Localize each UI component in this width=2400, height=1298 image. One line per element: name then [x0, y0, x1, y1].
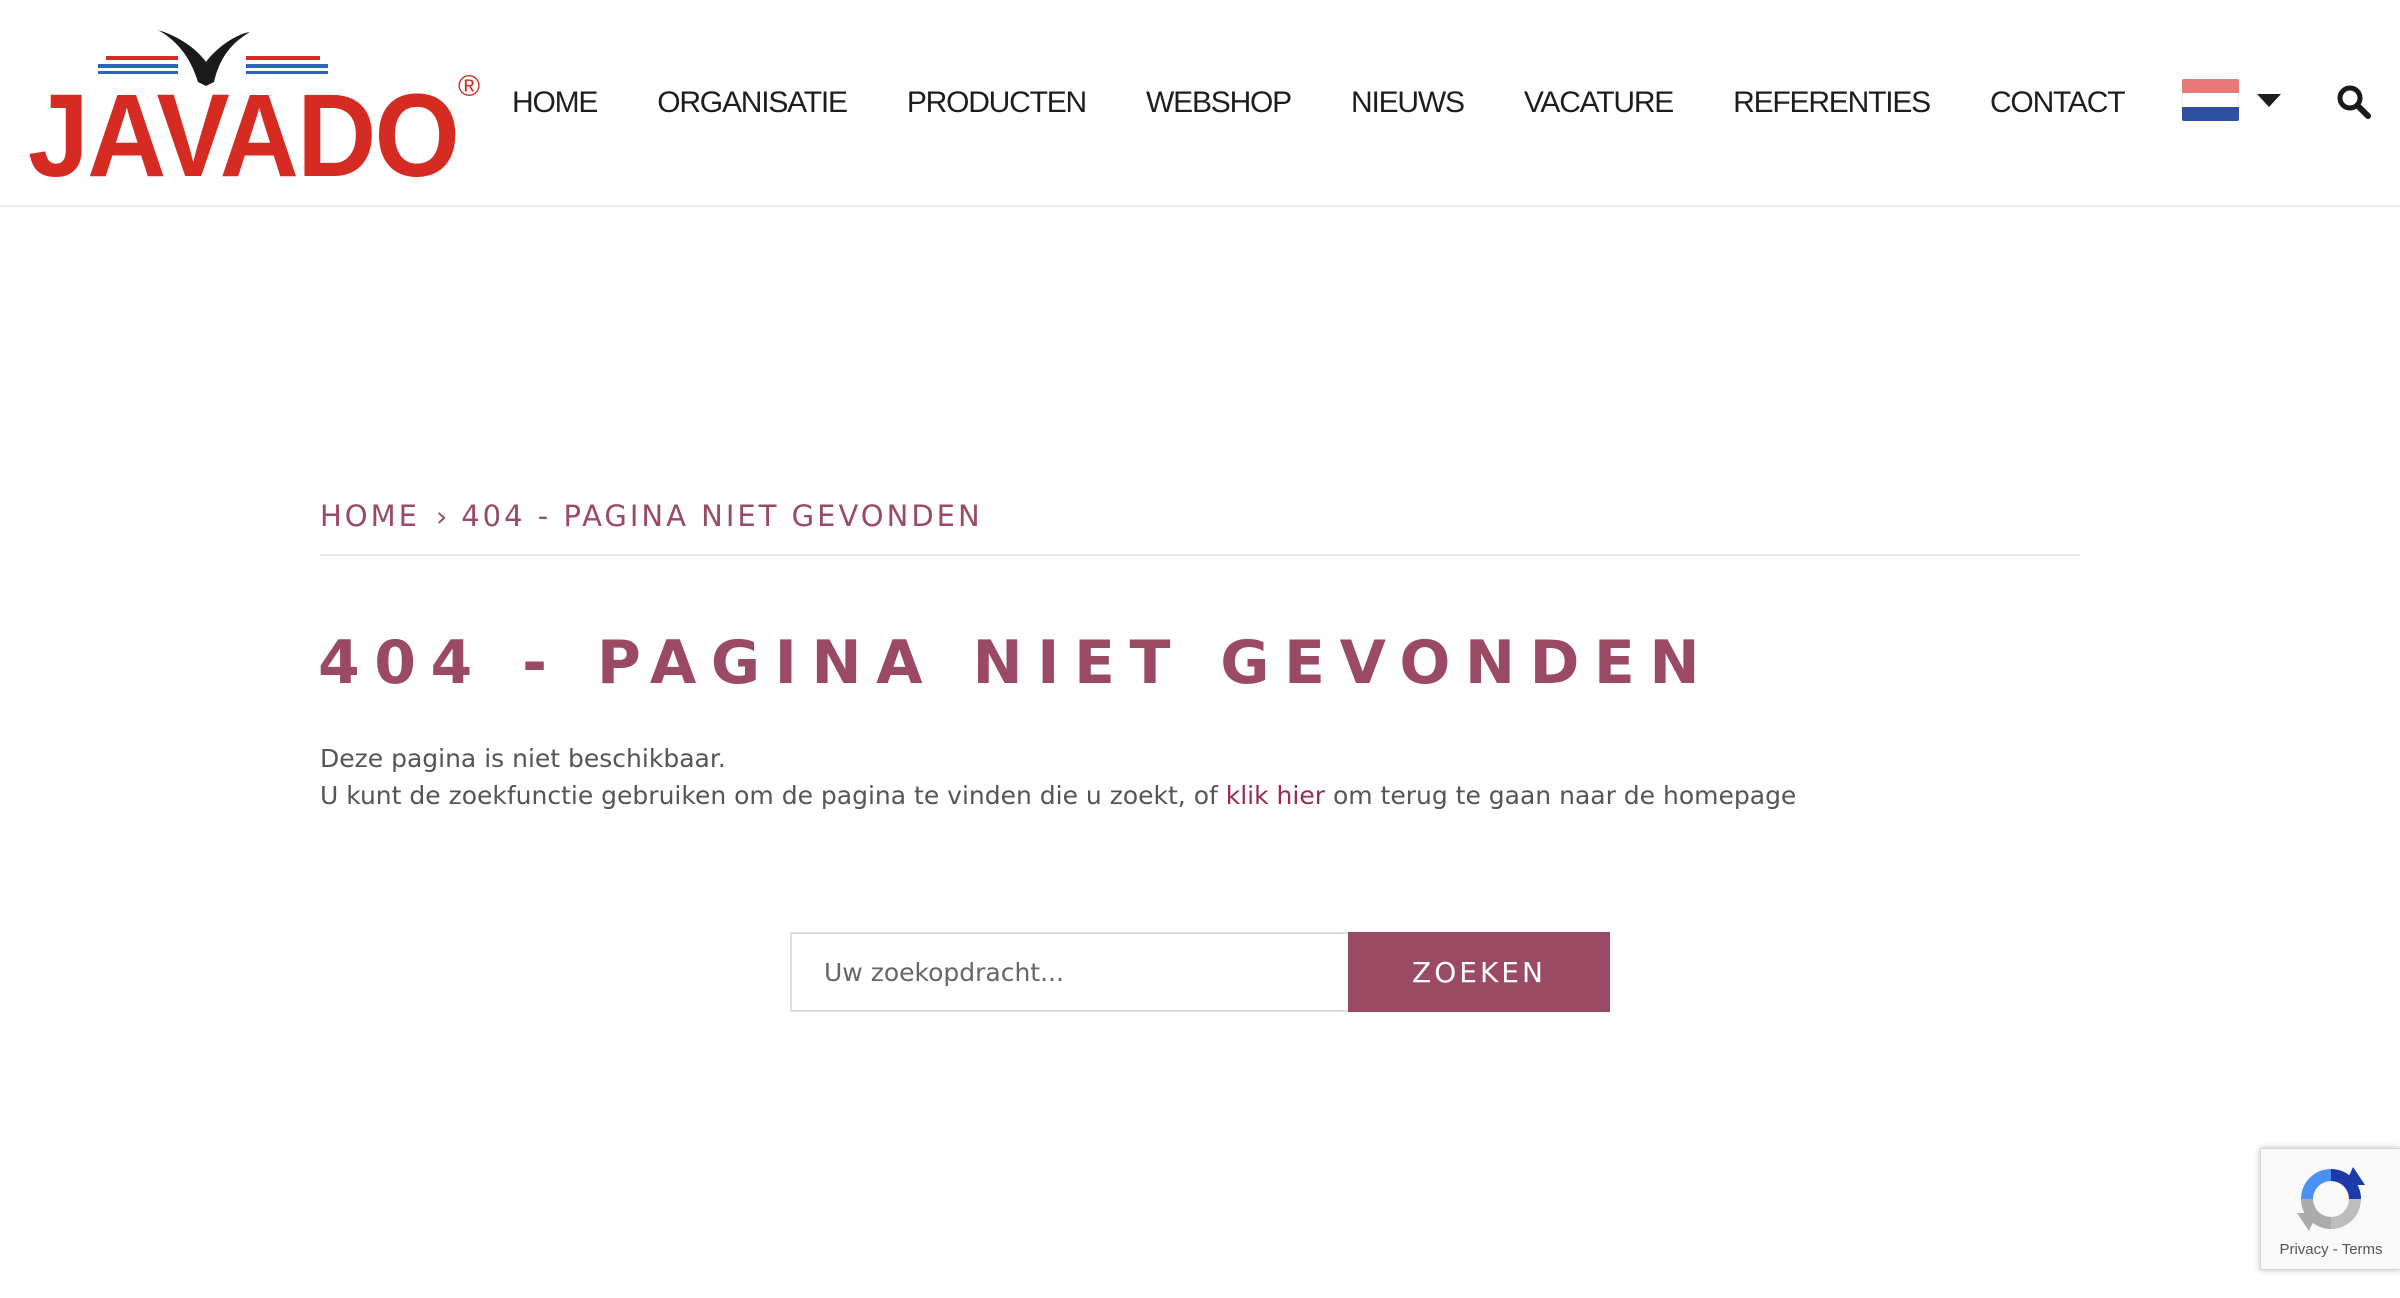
- error-line-2-start: U kunt de zoekfunctie gebruiken om de pa…: [320, 781, 1226, 810]
- breadcrumb: HOME › 404 - PAGINA NIET GEVONDEN: [320, 496, 983, 536]
- netherlands-flag-icon: [2182, 79, 2239, 121]
- language-selector[interactable]: [2182, 78, 2282, 122]
- page-title: 404 - PAGINA NIET GEVONDEN: [318, 628, 1715, 698]
- recaptcha-separator: -: [2328, 1241, 2342, 1258]
- nav-referenties[interactable]: REFERENTIES: [1733, 86, 1931, 120]
- breadcrumb-home-link[interactable]: HOME: [320, 499, 420, 533]
- main-nav: HOME ORGANISATIE PRODUCTEN WEBSHOP NIEUW…: [512, 78, 2126, 128]
- home-return-link[interactable]: klik hier: [1226, 781, 1325, 810]
- logo-wordmark: JAVADO: [28, 70, 458, 186]
- error-line-2-end: om terug te gaan naar de homepage: [1325, 781, 1797, 810]
- javado-logo[interactable]: JAVADO ®: [28, 26, 488, 186]
- caret-down-icon: [2257, 93, 2281, 107]
- logo-graphic: JAVADO ®: [28, 30, 480, 186]
- recaptcha-links: Privacy - Terms: [2261, 1241, 2400, 1258]
- nav-home[interactable]: HOME: [512, 86, 598, 120]
- breadcrumb-divider: [320, 554, 2080, 556]
- recaptcha-terms-link[interactable]: Terms: [2342, 1241, 2383, 1258]
- breadcrumb-current: 404 - PAGINA NIET GEVONDEN: [461, 499, 983, 533]
- nav-nieuws[interactable]: NIEUWS: [1351, 86, 1465, 120]
- search-button[interactable]: ZOEKEN: [1348, 932, 1610, 1012]
- error-message: Deze pagina is niet beschikbaar. U kunt …: [320, 740, 1796, 814]
- search-form: ZOEKEN: [790, 932, 1610, 1012]
- registered-mark: ®: [458, 70, 480, 103]
- breadcrumb-separator: ›: [435, 499, 448, 533]
- error-line-2: U kunt de zoekfunctie gebruiken om de pa…: [320, 777, 1796, 814]
- site-header: JAVADO ® HOME ORGANISATIE PRODUCTEN WEBS…: [0, 0, 2400, 207]
- search-input[interactable]: [790, 932, 1348, 1012]
- search-icon[interactable]: [2336, 84, 2372, 120]
- recaptcha-icon: [2291, 1159, 2371, 1239]
- nav-vacature[interactable]: VACATURE: [1524, 86, 1675, 120]
- error-line-1: Deze pagina is niet beschikbaar.: [320, 744, 726, 773]
- nav-contact[interactable]: CONTACT: [1990, 86, 2126, 120]
- nav-producten[interactable]: PRODUCTEN: [907, 86, 1087, 120]
- nav-organisatie[interactable]: ORGANISATIE: [657, 86, 848, 120]
- recaptcha-privacy-link[interactable]: Privacy: [2279, 1241, 2328, 1258]
- nav-webshop[interactable]: WEBSHOP: [1146, 86, 1292, 120]
- recaptcha-badge[interactable]: Privacy - Terms: [2260, 1148, 2400, 1270]
